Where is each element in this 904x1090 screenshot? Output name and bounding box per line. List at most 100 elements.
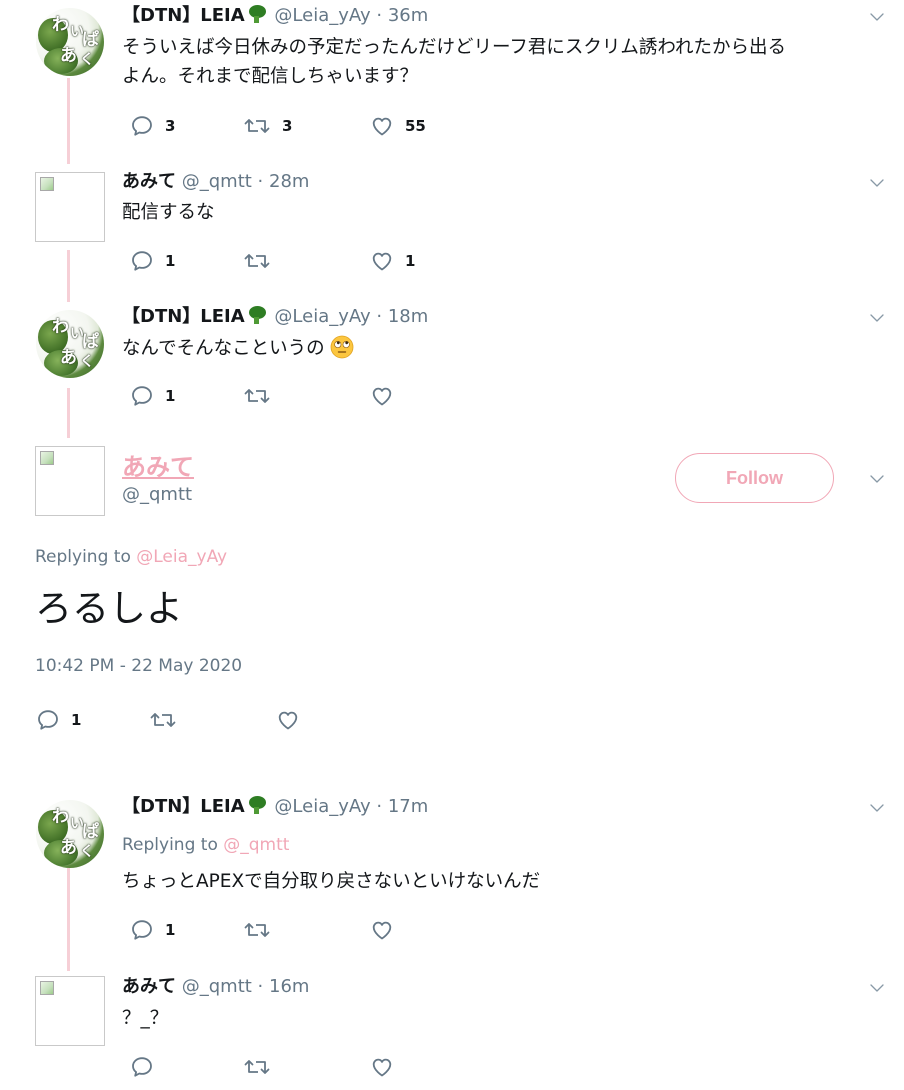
like-count: 55 [405, 117, 426, 135]
reply-count: 1 [165, 252, 176, 270]
tweet-time[interactable]: · 18m [376, 306, 428, 327]
broccoli-icon [247, 305, 269, 325]
display-name[interactable]: 【DTN】LEIA [122, 306, 245, 327]
tweet-time[interactable]: · 17m [376, 796, 428, 817]
avatar-text: わ [52, 15, 69, 35]
retweet-button[interactable]: 3 [243, 114, 292, 138]
retweet-button[interactable] [243, 249, 282, 273]
tweet-time[interactable]: · 28m [258, 171, 310, 192]
main-tweet-text: ろるしよ [35, 587, 183, 630]
avatar-text: く [80, 354, 94, 370]
reply-count: 1 [165, 387, 176, 405]
chevron-down-icon[interactable] [870, 313, 884, 323]
replying-to-mention[interactable]: @Leia_yAy [136, 547, 227, 567]
avatar[interactable] [35, 446, 105, 516]
reply-icon [130, 384, 154, 408]
reply-count: 3 [165, 117, 176, 135]
thread-line [67, 78, 70, 164]
like-button[interactable]: 55 [370, 114, 426, 138]
retweet-button[interactable] [149, 708, 188, 732]
chevron-down-icon[interactable] [870, 474, 884, 484]
avatar-text: く [80, 52, 94, 68]
heart-icon [370, 114, 394, 138]
tweet-header: 【DTN】LEIA @Leia_yAy · 36m [122, 4, 428, 28]
tweet-text-line: ？_？ [122, 1008, 169, 1029]
retweet-button[interactable] [243, 1055, 282, 1079]
like-button[interactable] [370, 384, 405, 408]
chevron-down-icon[interactable] [870, 12, 884, 22]
like-button[interactable] [370, 1055, 405, 1079]
broken-image-icon [40, 451, 54, 465]
tweet-timestamp[interactable]: 10:42 PM - 22 May 2020 [35, 656, 242, 676]
avatar-text: ぱ [82, 332, 99, 352]
user-handle[interactable]: @_qmtt [182, 171, 252, 192]
retweet-icon [243, 1055, 271, 1079]
reply-button[interactable] [130, 1055, 165, 1079]
tweet-text: ちょっとAPEXで自分取り戻さないといけないんだ [122, 867, 540, 896]
retweet-icon [243, 918, 271, 942]
avatar-text: あ [60, 46, 77, 66]
display-name[interactable]: あみて [122, 976, 176, 997]
tweet-text: なんでそんなこというの [122, 334, 354, 363]
display-name[interactable]: あみて [122, 447, 194, 482]
avatar-text: わ [52, 807, 69, 827]
thread-line [67, 868, 70, 971]
retweet-button[interactable] [243, 918, 282, 942]
heart-icon [276, 708, 300, 732]
reply-button[interactable]: 1 [130, 918, 175, 942]
replying-to: Replying to @Leia_yAy [35, 547, 227, 567]
display-name[interactable]: 【DTN】LEIA [122, 796, 245, 817]
broken-image-icon [40, 981, 54, 995]
retweet-button[interactable] [243, 384, 282, 408]
like-button[interactable]: 1 [370, 249, 415, 273]
tweet-header: 【DTN】LEIA @Leia_yAy · 18m [122, 305, 428, 329]
broken-image-icon [40, 177, 54, 191]
heart-icon [370, 384, 394, 408]
avatar-text: あ [60, 838, 77, 858]
chevron-down-icon[interactable] [870, 983, 884, 993]
avatar[interactable]: わ い ぱ あ く [36, 310, 104, 378]
user-handle[interactable]: @_qmtt [122, 484, 192, 505]
tweet-header: あみて @_qmtt · 28m [122, 170, 309, 194]
replying-to-mention[interactable]: @_qmtt [223, 835, 289, 855]
tweet-header: あみて @_qmtt · 16m [122, 975, 309, 999]
tweet-time[interactable]: · 36m [376, 5, 428, 26]
tweet-text: そういえば今日休みの予定だったんだけどリーフ君にスクリム誘われたから出る よん。… [122, 33, 786, 91]
avatar-text: ぱ [82, 30, 99, 50]
reply-icon [130, 114, 154, 138]
retweet-icon [243, 384, 271, 408]
chevron-down-icon[interactable] [870, 803, 884, 813]
reply-button[interactable]: 1 [36, 708, 81, 732]
replying-to-prefix: Replying to [35, 547, 131, 567]
reply-button[interactable]: 1 [130, 249, 175, 273]
like-button[interactable] [370, 918, 405, 942]
tweet-time[interactable]: · 16m [258, 976, 310, 997]
avatar[interactable]: わ い ぱ あ く [36, 8, 104, 76]
user-handle[interactable]: @Leia_yAy [274, 5, 370, 26]
retweet-count: 3 [282, 117, 293, 135]
like-button[interactable] [276, 708, 311, 732]
reply-icon [130, 918, 154, 942]
retweet-icon [243, 249, 271, 273]
tweet-text-line: よん。それまで配信しちゃいます？ [122, 66, 419, 87]
user-handle[interactable]: @Leia_yAy [274, 796, 370, 817]
tweet-header: 【DTN】LEIA @Leia_yAy · 17m [122, 795, 428, 819]
tweet-text-line: なんでそんなこというの [122, 338, 325, 359]
retweet-icon [243, 114, 271, 138]
reply-button[interactable]: 3 [130, 114, 175, 138]
avatar[interactable]: わ い ぱ あ く [36, 800, 104, 868]
chevron-down-icon[interactable] [870, 178, 884, 188]
user-handle[interactable]: @Leia_yAy [274, 306, 370, 327]
avatar[interactable] [35, 172, 105, 242]
display-name[interactable]: あみて [122, 171, 176, 192]
follow-button[interactable]: Follow [675, 453, 834, 503]
avatar[interactable] [35, 976, 105, 1046]
heart-icon [370, 1055, 394, 1079]
user-handle[interactable]: @_qmtt [182, 976, 252, 997]
reply-icon [130, 249, 154, 273]
reply-button[interactable]: 1 [130, 384, 175, 408]
thread-line [67, 388, 70, 438]
display-name[interactable]: 【DTN】LEIA [122, 5, 245, 26]
rolling-eyes-emoji-icon [331, 335, 354, 359]
avatar-text: あ [60, 348, 77, 368]
